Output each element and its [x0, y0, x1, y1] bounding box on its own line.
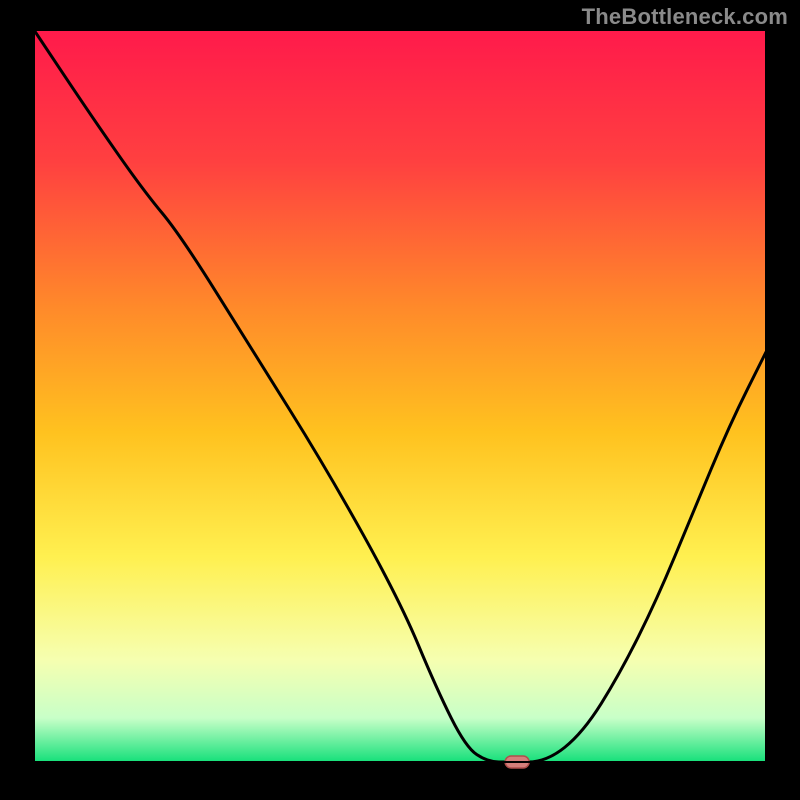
watermark-text: TheBottleneck.com — [582, 4, 788, 30]
chart-svg — [0, 0, 800, 800]
plot-background — [34, 30, 766, 762]
chart-frame: { "watermark": "TheBottleneck.com", "col… — [0, 0, 800, 800]
